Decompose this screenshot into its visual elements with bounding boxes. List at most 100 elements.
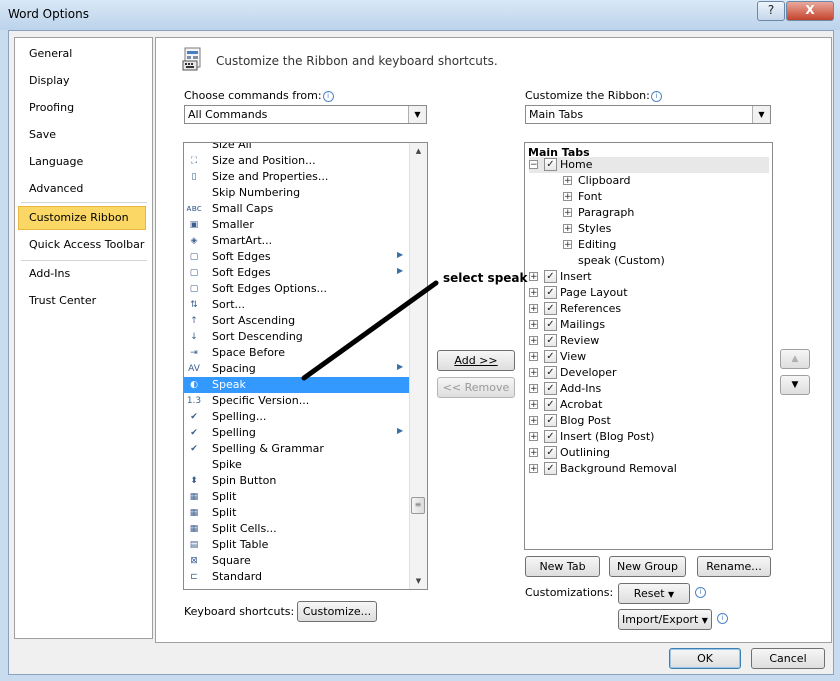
collapse-icon[interactable]: −: [529, 160, 538, 170]
choose-commands-dropdown[interactable]: All Commands ▼: [184, 105, 427, 124]
tree-item[interactable]: + ✓ Insert: [529, 269, 769, 285]
tab-checkbox[interactable]: ✓: [544, 398, 557, 411]
command-item[interactable]: Size All: [184, 143, 410, 153]
customize-ribbon-dropdown[interactable]: Main Tabs ▼: [525, 105, 771, 124]
command-item[interactable]: ⛶ Size and Position...: [184, 153, 410, 169]
command-item[interactable]: ◈ SmartArt...: [184, 233, 410, 249]
command-item[interactable]: Skip Numbering: [184, 185, 410, 201]
tree-item[interactable]: + Font: [563, 189, 763, 205]
nav-item-proofing[interactable]: Proofing: [16, 97, 146, 119]
expand-icon[interactable]: +: [563, 208, 572, 218]
nav-item-save[interactable]: Save: [16, 124, 146, 146]
command-item[interactable]: ⇅ Sort...: [184, 297, 410, 313]
command-item[interactable]: ◐ Speak: [184, 377, 410, 393]
nav-item-add-ins[interactable]: Add-Ins: [16, 263, 146, 285]
tab-checkbox[interactable]: ✓: [544, 462, 557, 475]
tree-item[interactable]: + ✓ Background Removal: [529, 461, 769, 477]
import-export-button[interactable]: Import/Export ▼: [618, 609, 712, 630]
tree-item[interactable]: − ✓ Home: [529, 157, 769, 173]
tree-item[interactable]: + ✓ Outlining: [529, 445, 769, 461]
nav-item-language[interactable]: Language: [16, 151, 146, 173]
remove-button[interactable]: << Remove: [437, 377, 515, 398]
command-item[interactable]: ▦ Split: [184, 489, 410, 505]
expand-icon[interactable]: +: [563, 176, 572, 186]
commands-list[interactable]: Size All ⛶ Size and Position... ▯ Size and P…: [183, 142, 428, 590]
tab-checkbox[interactable]: ✓: [544, 414, 557, 427]
command-item[interactable]: ▣ Smaller: [184, 217, 410, 233]
command-item[interactable]: ▢ Soft Edges ▶: [184, 265, 410, 281]
command-item[interactable]: Spike: [184, 457, 410, 473]
tab-checkbox[interactable]: ✓: [544, 318, 557, 331]
cancel-button[interactable]: Cancel: [751, 648, 825, 669]
tab-checkbox[interactable]: ✓: [544, 302, 557, 315]
nav-item-trust-center[interactable]: Trust Center: [16, 290, 146, 312]
tree-item[interactable]: + ✓ Developer: [529, 365, 769, 381]
expand-icon[interactable]: +: [529, 288, 538, 298]
tab-checkbox[interactable]: ✓: [544, 446, 557, 459]
scroll-down-icon[interactable]: ▼: [410, 573, 427, 589]
expand-icon[interactable]: +: [529, 384, 538, 394]
tree-item[interactable]: + ✓ Blog Post: [529, 413, 769, 429]
scroll-thumb[interactable]: ≡: [411, 497, 425, 514]
command-item[interactable]: ▢ Soft Edges ▶: [184, 249, 410, 265]
command-item[interactable]: 1.3 Specific Version...: [184, 393, 410, 409]
expand-icon[interactable]: +: [529, 320, 538, 330]
add-button[interactable]: Add >>: [437, 350, 515, 371]
expand-icon[interactable]: +: [529, 272, 538, 282]
expand-icon[interactable]: +: [563, 240, 572, 250]
command-item[interactable]: AV Spacing ▶: [184, 361, 410, 377]
move-down-button[interactable]: ▼: [780, 375, 810, 395]
expand-icon[interactable]: +: [529, 352, 538, 362]
tree-item[interactable]: + ✓ Page Layout: [529, 285, 769, 301]
tab-checkbox[interactable]: ✓: [544, 286, 557, 299]
tab-checkbox[interactable]: ✓: [544, 350, 557, 363]
tab-checkbox[interactable]: ✓: [544, 382, 557, 395]
commands-scrollbar[interactable]: ▲ ≡ ▼: [409, 143, 427, 589]
move-up-button[interactable]: ▲: [780, 349, 810, 369]
new-group-button[interactable]: New Group: [609, 556, 686, 577]
command-item[interactable]: ▦ Split Cells...: [184, 521, 410, 537]
tree-item[interactable]: + ✓ View: [529, 349, 769, 365]
rename-button[interactable]: Rename...: [697, 556, 771, 577]
expand-icon[interactable]: +: [529, 464, 538, 474]
new-tab-button[interactable]: New Tab: [525, 556, 600, 577]
tree-item[interactable]: + ✓ Review: [529, 333, 769, 349]
close-button[interactable]: X: [786, 1, 834, 21]
tree-item[interactable]: + ✓ Add-Ins: [529, 381, 769, 397]
tree-item[interactable]: + ✓ References: [529, 301, 769, 317]
tree-item[interactable]: + ✓ Acrobat: [529, 397, 769, 413]
nav-item-advanced[interactable]: Advanced: [16, 178, 146, 200]
expand-icon[interactable]: +: [529, 432, 538, 442]
nav-item-general[interactable]: General: [16, 43, 146, 65]
nav-item-display[interactable]: Display: [16, 70, 146, 92]
tree-item[interactable]: + Clipboard: [563, 173, 763, 189]
customize-shortcuts-button[interactable]: Customize...: [297, 601, 377, 622]
chevron-down-icon[interactable]: ▼: [408, 106, 426, 123]
command-item[interactable]: ⊠ Square: [184, 553, 410, 569]
expand-icon[interactable]: +: [529, 400, 538, 410]
tree-item[interactable]: + Paragraph: [563, 205, 763, 221]
command-item[interactable]: ▯ Size and Properties...: [184, 169, 410, 185]
command-item[interactable]: ▦ Split: [184, 505, 410, 521]
tab-checkbox[interactable]: ✓: [544, 334, 557, 347]
command-item[interactable]: ⬍ Spin Button: [184, 473, 410, 489]
command-item[interactable]: ↑ Sort Ascending: [184, 313, 410, 329]
tree-item[interactable]: + ✓ Insert (Blog Post): [529, 429, 769, 445]
expand-icon[interactable]: +: [563, 224, 572, 234]
scroll-up-icon[interactable]: ▲: [410, 143, 427, 159]
expand-icon[interactable]: +: [563, 192, 572, 202]
command-item[interactable]: ↓ Sort Descending: [184, 329, 410, 345]
command-item[interactable]: ᴀʙᴄ Small Caps: [184, 201, 410, 217]
tab-checkbox[interactable]: ✓: [544, 366, 557, 379]
tree-item[interactable]: + Styles: [563, 221, 763, 237]
nav-item-quick-access-toolbar[interactable]: Quick Access Toolbar: [16, 234, 146, 256]
command-item[interactable]: ⊏ Standard: [184, 569, 410, 585]
help-button[interactable]: ?: [757, 1, 785, 21]
tab-checkbox[interactable]: ✓: [544, 270, 557, 283]
expand-icon[interactable]: +: [529, 304, 538, 314]
command-item[interactable]: ✔ Spelling & Grammar: [184, 441, 410, 457]
tab-checkbox[interactable]: ✓: [544, 430, 557, 443]
command-item[interactable]: ✔ Spelling...: [184, 409, 410, 425]
ribbon-tabs-tree[interactable]: Main Tabs − ✓ Home + Clipboard + Font + Paragrap…: [524, 142, 773, 550]
tree-item[interactable]: + ✓ Mailings: [529, 317, 769, 333]
